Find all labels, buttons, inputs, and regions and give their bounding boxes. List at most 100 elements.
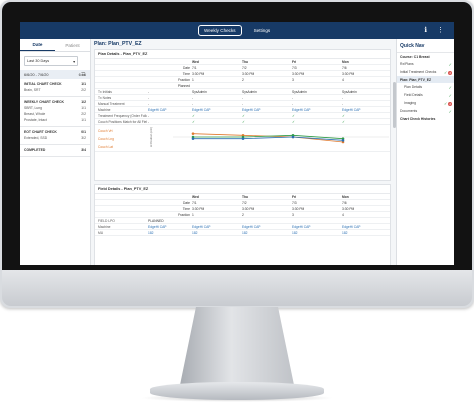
- quick-nav-status: ✓: [449, 85, 452, 90]
- tab-date[interactable]: Date: [20, 39, 55, 51]
- plan-details-header: Plan Details - Plan_PTV_EZ: [95, 50, 390, 59]
- row-label: MU: [95, 229, 147, 236]
- tab-patient[interactable]: Patient: [55, 39, 90, 51]
- check-group[interactable]: INITIAL CHART CHECK 1/1 Brain, SRT 2/2: [20, 79, 90, 93]
- couch-chart-row: Couch Vrt Couch Lng Couch Lat Δ Position…: [95, 125, 390, 152]
- check-icon: ✓: [443, 69, 448, 75]
- left-panel: Date Patient Last 30 Days ▾ ☰ 6/6/20 - 7…: [20, 39, 91, 265]
- monitor-chin: [2, 270, 472, 306]
- patient-item-count: 1/1: [81, 118, 86, 122]
- check-group[interactable]: COMPLETED 3/4: [20, 145, 90, 153]
- patient-item-count: 3/2: [81, 136, 86, 140]
- main-content: Plan: Plan_PTV_EZ Plan Details - Plan_PT…: [91, 39, 392, 265]
- table-cell: 182: [191, 229, 241, 236]
- check-group-count: 3/4: [81, 148, 86, 152]
- quick-nav-item[interactable]: Imaging ✓ 2: [397, 99, 454, 107]
- patient-item-count: 1/1: [81, 106, 86, 110]
- field-details-table: Wed Thu Fri Mon Date 7/1 7/2 7/3 7/6 Time 3:30 PM 3…: [95, 194, 390, 236]
- couch-label-lat: Couch Lat: [98, 145, 114, 149]
- check-group-header[interactable]: COMPLETED 3/4: [24, 148, 86, 152]
- date-range-row[interactable]: 6/6/20 - 7/6/20 6 / 6: [20, 70, 90, 79]
- alert-badge: 2: [448, 101, 452, 106]
- quick-nav-label: Imaging: [404, 101, 417, 105]
- quick-nav-item[interactable]: Rx/Plans ✓: [397, 60, 454, 68]
- patient-item-name: Prostate, Intact: [24, 118, 47, 122]
- field-details-card: Field Details - Plan_PTV_EZ Wed Thu Fri Mon…: [94, 184, 391, 265]
- table-cell: 182: [291, 229, 341, 236]
- series-point[interactable]: [191, 137, 195, 140]
- top-bar: Weekly Checks Settings ℹ ⋮: [20, 22, 454, 39]
- top-icons: ℹ ⋮: [424, 26, 444, 34]
- table-cell: 182: [241, 229, 291, 236]
- table-cell: ✓: [341, 118, 390, 125]
- plan-details-table: Wed Thu Fri Mon Date 7/1 7/2 7/3 7/6 Time 3:30 PM 3…: [95, 59, 390, 125]
- plan-details-card: Plan Details - Plan_PTV_EZ Wed Thu Fri Mon D…: [94, 49, 391, 181]
- range-select[interactable]: Last 30 Days ▾: [24, 56, 78, 66]
- couch-label-lng: Couch Lng: [98, 137, 114, 141]
- monitor-stand-foot: [150, 382, 324, 400]
- tab-settings[interactable]: Settings: [249, 26, 276, 35]
- date-range-label: 6/6/20 - 7/6/20: [24, 72, 49, 77]
- table-cell: ✓: [191, 118, 241, 125]
- quick-nav-label: Plan: Plan_PTV_EZ: [400, 77, 432, 82]
- check-icon: ✓: [448, 61, 452, 67]
- more-menu-icon[interactable]: ⋮: [437, 26, 444, 34]
- quick-nav-item[interactable]: Initial Treatment Checks ✓ 2: [397, 68, 454, 76]
- patient-item-name: Extended, SSD: [24, 136, 48, 140]
- tab-weekly-checks[interactable]: Weekly Checks: [198, 25, 242, 36]
- left-tabs: Date Patient: [20, 39, 90, 52]
- table-cell: 182: [147, 229, 191, 236]
- quick-nav-status: ✓: [449, 62, 452, 67]
- group-separator: [20, 156, 90, 157]
- info-icon[interactable]: ℹ: [424, 26, 427, 34]
- patient-item[interactable]: Brain, SRT 2/2: [24, 86, 86, 92]
- filter-icon[interactable]: ☰: [81, 72, 85, 78]
- table-row[interactable]: Couch Positions Match for All Fields - ✓ ✓ ✓…: [95, 118, 390, 125]
- quick-nav-item[interactable]: Course: C1 Breast: [397, 53, 454, 60]
- page-title: Plan: Plan_PTV_EZ: [94, 41, 142, 47]
- table-row[interactable]: MU 182 182 182 182 182: [95, 229, 390, 236]
- quick-nav-label: Rx/Plans: [400, 62, 414, 66]
- check-group-count: 1/2: [81, 100, 86, 104]
- check-group[interactable]: WEEKLY CHART CHECK 1/2 SBRT, Lung 1/1 Breast…: [20, 97, 90, 123]
- table-cell: 182: [341, 229, 390, 236]
- check-group-count: 1/1: [81, 82, 86, 86]
- couch-labels: Couch Vrt Couch Lng Couch Lat: [98, 127, 114, 151]
- quick-nav-status: ✓: [449, 109, 452, 114]
- check-groups: INITIAL CHART CHECK 1/1 Brain, SRT 2/2 WEEKL…: [20, 79, 90, 157]
- quick-nav-item[interactable]: Field Details ✓: [397, 91, 454, 99]
- quick-nav-list: Course: C1 Breast Rx/Plans ✓ Initial Treatm…: [397, 53, 454, 122]
- check-group-title: EOT CHART CHECK: [24, 130, 57, 134]
- range-select-value: Last 30 Days: [27, 59, 50, 63]
- patient-item[interactable]: Prostate, Intact 1/1: [24, 116, 86, 122]
- table-cell: ✓: [241, 118, 291, 125]
- series-point[interactable]: [241, 137, 245, 140]
- quick-nav-item[interactable]: Documents ✓: [397, 107, 454, 115]
- quick-nav-item[interactable]: Plan Details ✓: [397, 83, 454, 91]
- quick-nav-status: ✓: [449, 93, 452, 98]
- patient-item-name: Breast, Whole: [24, 112, 46, 116]
- check-icon: ✓: [443, 100, 448, 106]
- quick-nav-label: Plan Details: [404, 85, 423, 89]
- check-group[interactable]: EOT CHART CHECK 0/1 Extended, SSD 3/2: [20, 127, 90, 141]
- quick-nav-item[interactable]: Plan: Plan_PTV_EZ: [397, 76, 454, 83]
- row-label: Couch Positions Match for All Fields: [95, 118, 147, 125]
- quick-nav-panel: Quick Nav Course: C1 Breast Rx/Plans ✓ Init…: [396, 39, 454, 265]
- patient-item-name: Brain, SRT: [24, 88, 41, 92]
- field-details-header: Field Details - Plan_PTV_EZ: [95, 185, 390, 194]
- quick-nav-item[interactable]: Chart Check Histories: [397, 115, 454, 122]
- check-icon: ✓: [448, 92, 452, 98]
- check-group-title: COMPLETED: [24, 148, 46, 152]
- quick-nav-title: Quick Nav: [397, 39, 454, 53]
- check-group-count: 0/1: [81, 130, 86, 134]
- app-screen: Weekly Checks Settings ℹ ⋮ Date Patient …: [20, 22, 454, 265]
- quick-nav-label: Chart Check Histories: [400, 116, 436, 121]
- check-icon: ✓: [448, 84, 452, 90]
- quick-nav-label: Initial Treatment Checks: [400, 70, 437, 74]
- series-point[interactable]: [341, 139, 345, 142]
- series-point[interactable]: [191, 132, 195, 135]
- patient-item[interactable]: Extended, SSD 3/2: [24, 134, 86, 140]
- check-group-title: WEEKLY CHART CHECK: [24, 100, 64, 104]
- patient-item-name: SBRT, Lung: [24, 106, 43, 110]
- series-point[interactable]: [291, 135, 295, 139]
